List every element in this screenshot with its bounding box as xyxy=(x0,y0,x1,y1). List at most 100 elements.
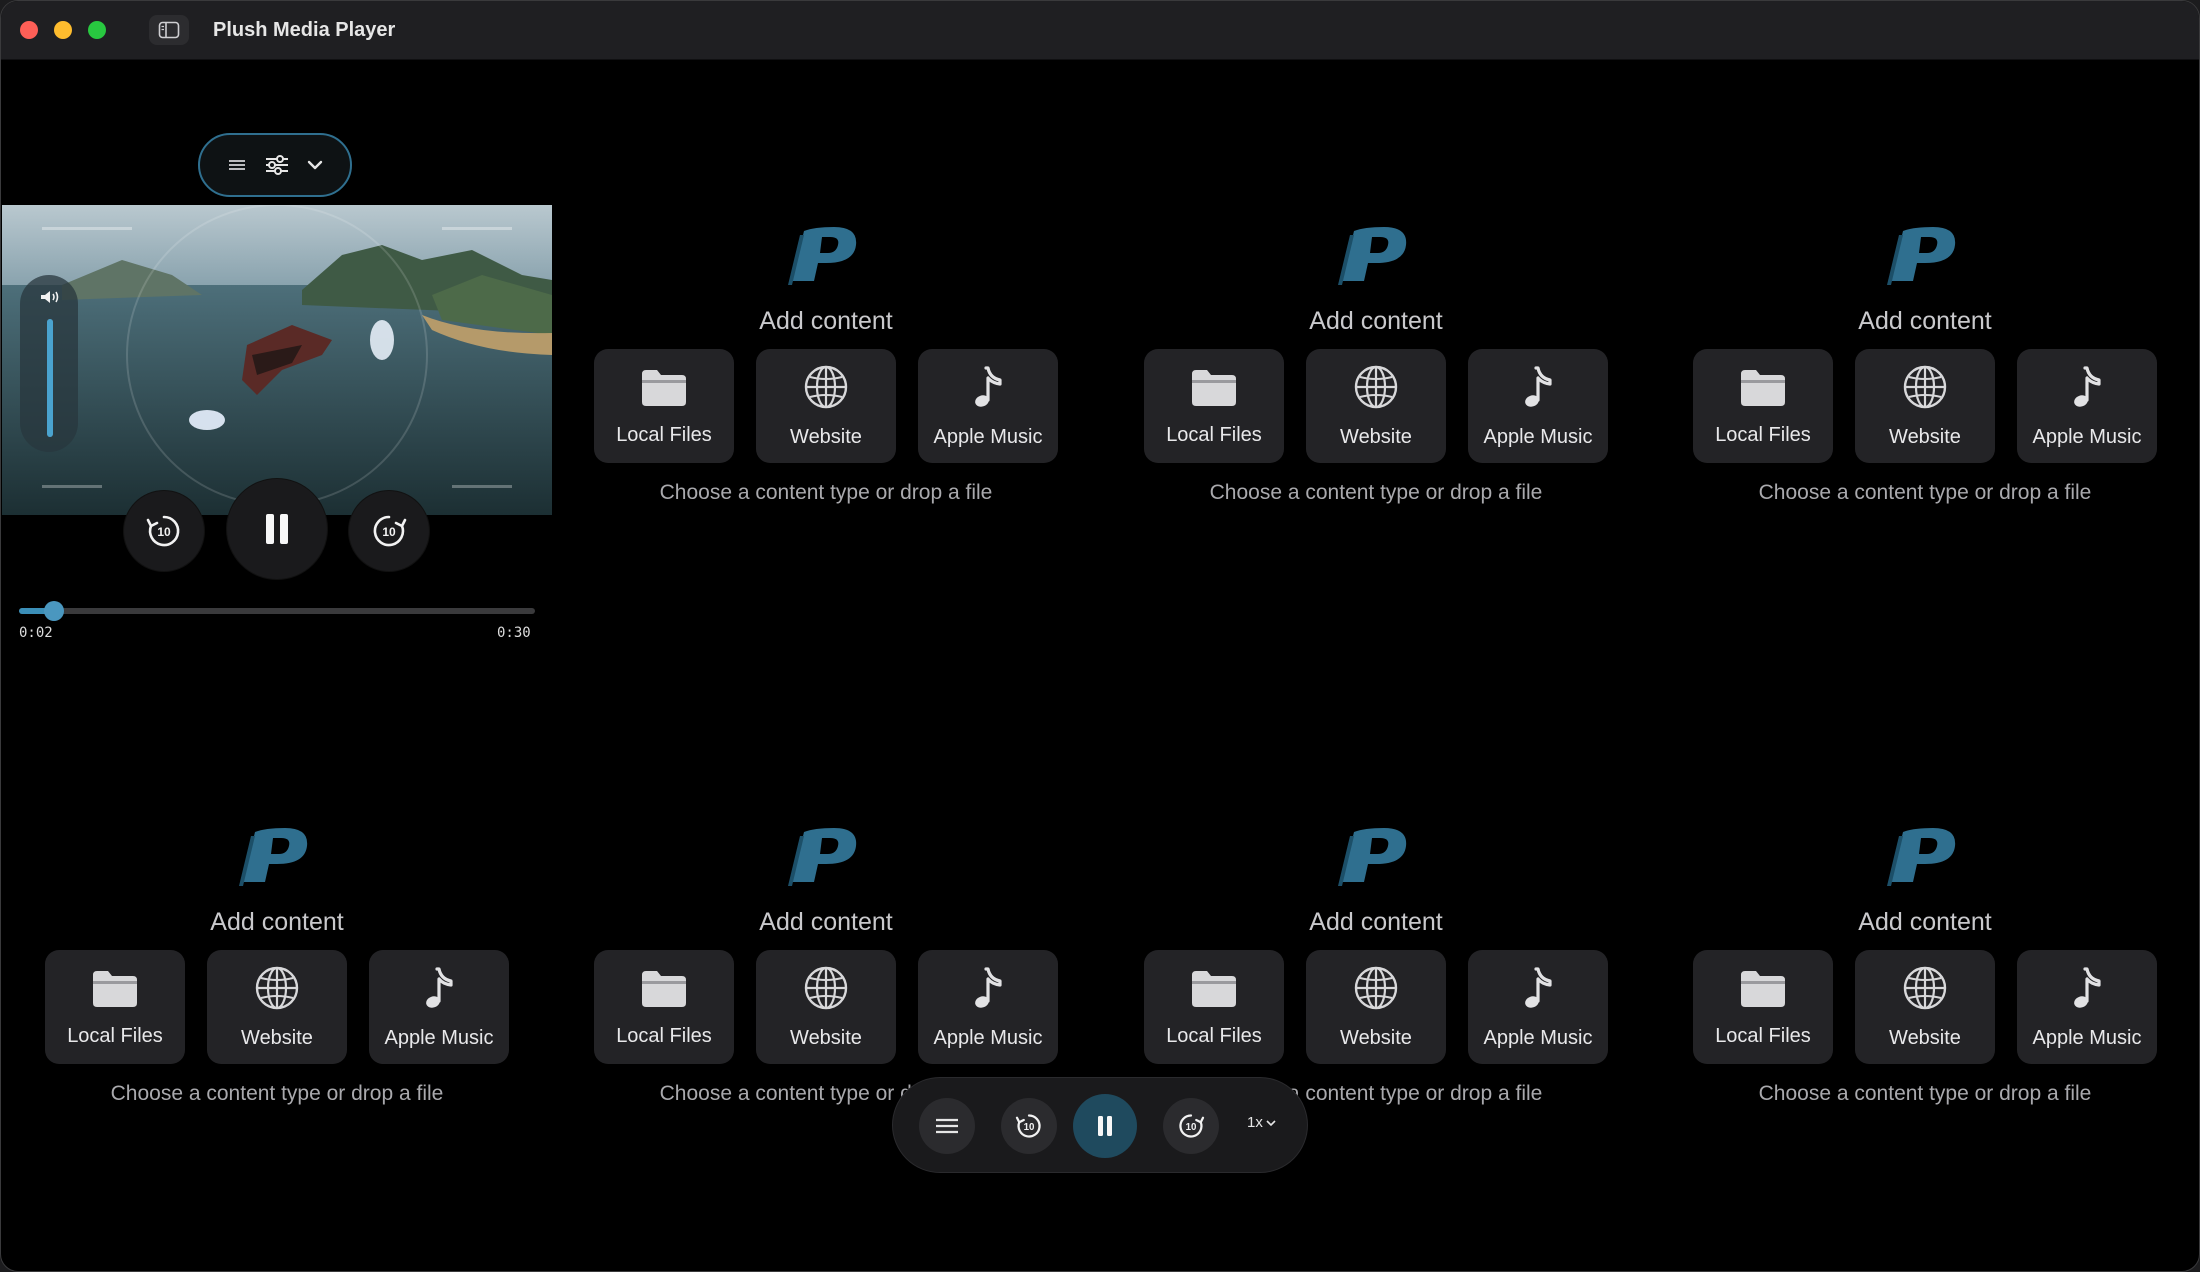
adjustments-button[interactable] xyxy=(264,154,290,176)
svg-text:10: 10 xyxy=(1186,1122,1197,1133)
local-files-button[interactable]: Local Files xyxy=(45,950,185,1064)
add-content-title: Add content xyxy=(1309,307,1443,335)
player-toolbar-pill xyxy=(198,133,352,197)
global-skip-back-button[interactable]: 10 xyxy=(1001,1098,1057,1154)
content-type-label: Apple Music xyxy=(1483,1026,1593,1049)
expand-toolbar-button[interactable] xyxy=(306,158,324,172)
local-files-button[interactable]: Local Files xyxy=(594,349,734,463)
local-files-button[interactable]: Local Files xyxy=(1144,349,1284,463)
content-slot[interactable]: Add content Local Files Website Apple Music… xyxy=(1136,223,1616,523)
local-files-button[interactable]: Local Files xyxy=(1693,349,1833,463)
drop-hint: Choose a content type or drop a file xyxy=(659,481,993,504)
local-files-button[interactable]: Local Files xyxy=(1144,950,1284,1064)
playback-speed-menu[interactable]: 1x xyxy=(1247,1114,1276,1131)
globe-icon xyxy=(1902,965,1948,1017)
plush-logo-icon xyxy=(239,828,308,886)
app-window: Plush Media Player 10 10 0:02 0:30 Add c… xyxy=(0,0,2200,1272)
music-note-icon xyxy=(968,965,1008,1017)
music-note-icon xyxy=(1518,364,1558,416)
toggle-sidebar-button[interactable] xyxy=(149,15,189,45)
content-slot[interactable]: Add content Local Files Website Apple Music… xyxy=(1685,223,2165,523)
local-files-button[interactable]: Local Files xyxy=(1693,950,1833,1064)
website-button[interactable]: Website xyxy=(1855,950,1995,1064)
forward-10-icon: 10 xyxy=(1179,1114,1205,1138)
content-type-label: Website xyxy=(241,1026,313,1049)
folder-icon xyxy=(1189,967,1239,1015)
folder-icon xyxy=(1738,967,1788,1015)
global-menu-button[interactable] xyxy=(919,1098,975,1154)
sliders-icon xyxy=(266,155,288,175)
close-window-button[interactable] xyxy=(20,21,38,39)
speaker-icon xyxy=(41,291,59,303)
playlist-menu-button[interactable] xyxy=(226,157,248,173)
progress-slider[interactable] xyxy=(19,601,535,621)
apple-music-button[interactable]: Apple Music xyxy=(2017,349,2157,463)
globe-icon xyxy=(803,364,849,416)
apple-music-button[interactable]: Apple Music xyxy=(369,950,509,1064)
volume-slider[interactable] xyxy=(20,275,78,452)
website-button[interactable]: Website xyxy=(207,950,347,1064)
minimize-window-button[interactable] xyxy=(54,21,72,39)
svg-text:10: 10 xyxy=(382,525,396,539)
add-content-title: Add content xyxy=(759,908,893,936)
skip-back-button[interactable]: 10 xyxy=(124,491,204,571)
website-button[interactable]: Website xyxy=(1306,349,1446,463)
volume-track xyxy=(47,319,53,437)
folder-icon xyxy=(639,366,689,414)
apple-music-button[interactable]: Apple Music xyxy=(918,950,1058,1064)
apple-music-button[interactable]: Apple Music xyxy=(1468,950,1608,1064)
progress-knob[interactable] xyxy=(43,601,64,621)
folder-icon xyxy=(1189,366,1239,414)
music-note-icon xyxy=(1518,965,1558,1017)
forward-10-icon: 10 xyxy=(373,515,407,547)
globe-icon xyxy=(1353,965,1399,1017)
website-button[interactable]: Website xyxy=(756,950,896,1064)
website-button[interactable]: Website xyxy=(1306,950,1446,1064)
content-slot[interactable]: Add content Local Files Website Apple Music… xyxy=(37,824,517,1124)
sidebar-icon xyxy=(158,21,180,39)
content-type-label: Apple Music xyxy=(2032,1026,2142,1049)
plush-logo xyxy=(786,223,866,287)
content-slot[interactable]: Add content Local Files Website Apple Music… xyxy=(1685,824,2165,1124)
music-note-icon xyxy=(419,965,459,1017)
global-skip-forward-button[interactable]: 10 xyxy=(1163,1098,1219,1154)
content-type-label: Apple Music xyxy=(1483,425,1593,448)
skip-forward-button[interactable]: 10 xyxy=(349,491,429,571)
website-button[interactable]: Website xyxy=(756,349,896,463)
video-frame[interactable] xyxy=(2,205,552,515)
content-type-label: Local Files xyxy=(616,1024,712,1047)
volume-fill xyxy=(47,319,53,437)
local-files-button[interactable]: Local Files xyxy=(594,950,734,1064)
content-type-label: Website xyxy=(1340,425,1412,448)
website-button[interactable]: Website xyxy=(1855,349,1995,463)
content-type-label: Local Files xyxy=(1715,423,1811,446)
apple-music-button[interactable]: Apple Music xyxy=(2017,950,2157,1064)
pause-icon xyxy=(266,514,288,544)
plush-logo xyxy=(1885,824,1965,888)
list-icon xyxy=(229,160,245,170)
folder-icon xyxy=(1738,366,1788,414)
content-type-label: Website xyxy=(1889,1026,1961,1049)
chevron-down-icon xyxy=(1266,1119,1276,1126)
playback-speed-value: 1x xyxy=(1247,1114,1263,1131)
content-type-label: Apple Music xyxy=(384,1026,494,1049)
apple-music-button[interactable]: Apple Music xyxy=(918,349,1058,463)
drop-hint: Choose a content type or drop a file xyxy=(1209,481,1543,504)
plush-logo-icon xyxy=(1887,227,1956,285)
plush-logo xyxy=(786,824,866,888)
duration: 0:30 xyxy=(497,625,531,641)
globe-icon xyxy=(803,965,849,1017)
drop-hint: Choose a content type or drop a file xyxy=(110,1082,444,1105)
apple-music-button[interactable]: Apple Music xyxy=(1468,349,1608,463)
maximize-window-button[interactable] xyxy=(88,21,106,39)
folder-icon xyxy=(90,967,140,1015)
drop-hint: Choose a content type or drop a file xyxy=(1758,481,2092,504)
globe-icon xyxy=(1353,364,1399,416)
rewind-10-icon: 10 xyxy=(1015,1114,1041,1138)
globe-icon xyxy=(1902,364,1948,416)
play-pause-button[interactable] xyxy=(227,479,327,579)
global-play-pause-button[interactable] xyxy=(1073,1094,1137,1158)
content-type-label: Website xyxy=(1340,1026,1412,1049)
add-content-title: Add content xyxy=(1858,307,1992,335)
content-slot[interactable]: Add content Local Files Website Apple Music… xyxy=(586,223,1066,523)
